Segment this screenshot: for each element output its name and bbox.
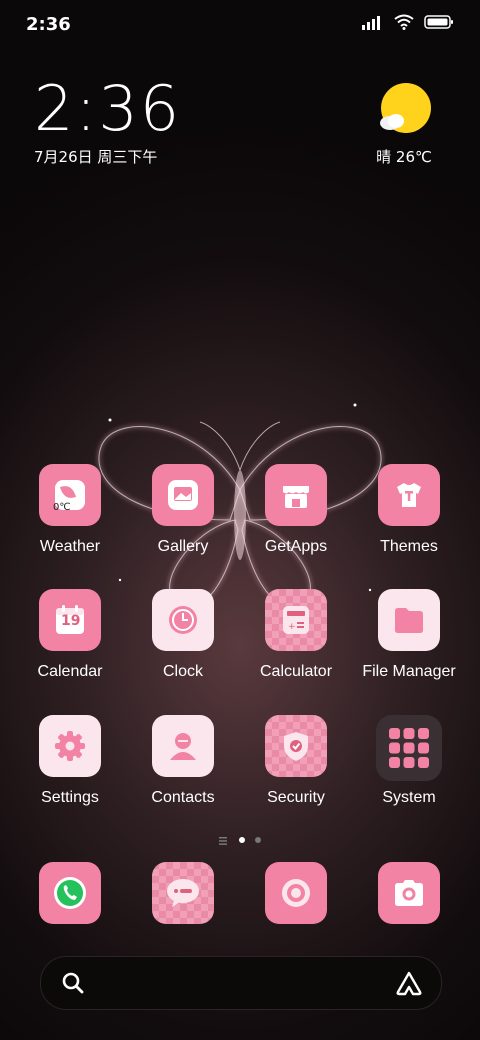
app-label: Security xyxy=(267,789,325,806)
app-settings[interactable]: Settings xyxy=(14,715,126,807)
dock-camera[interactable] xyxy=(353,862,465,924)
calendar-badge: 19 xyxy=(61,613,81,629)
calculator-icon: + xyxy=(265,589,327,651)
sunny-cloud-icon xyxy=(376,83,432,140)
app-label: Weather xyxy=(39,538,101,555)
svg-text:+: + xyxy=(288,622,296,632)
app-themes[interactable]: Themes xyxy=(353,464,465,556)
gallery-icon xyxy=(152,464,214,526)
weather-badge: 0℃ xyxy=(53,502,71,513)
dock-messages[interactable] xyxy=(127,862,239,924)
app-label: Gallery xyxy=(157,538,209,555)
browser-icon xyxy=(265,862,327,924)
themes-icon xyxy=(378,464,440,526)
battery-icon xyxy=(424,14,454,34)
status-icons xyxy=(362,14,454,34)
calendar-icon: 19 xyxy=(39,589,101,651)
app-security[interactable]: Security xyxy=(240,715,352,807)
wifi-icon xyxy=(394,14,414,34)
weather-widget-text: 晴 26℃ xyxy=(376,148,432,166)
signal-icon xyxy=(362,14,384,34)
app-label: File Manager xyxy=(362,663,456,680)
dock-browser[interactable] xyxy=(240,862,352,924)
phone-icon xyxy=(39,862,101,924)
app-file-manager[interactable]: File Manager xyxy=(353,589,465,681)
app-label: GetApps xyxy=(264,538,328,555)
clock-widget[interactable]: 2:36 7月26日 周三下午 xyxy=(34,78,181,167)
page-list-icon[interactable] xyxy=(219,830,229,849)
folder-icon xyxy=(378,589,440,651)
app-label: Contacts xyxy=(151,789,215,806)
page-dot-active[interactable] xyxy=(239,836,245,843)
clock-icon xyxy=(152,589,214,651)
page-indicator[interactable] xyxy=(0,830,480,849)
assistant-icon[interactable] xyxy=(395,970,423,1000)
status-time: 2:36 xyxy=(26,14,71,35)
app-label: Calendar xyxy=(37,663,103,680)
app-label: Settings xyxy=(41,789,99,806)
app-clock[interactable]: Clock xyxy=(127,589,239,681)
status-bar: 2:36 xyxy=(0,0,480,50)
app-label: Clock xyxy=(162,663,203,680)
shield-icon xyxy=(265,715,327,777)
clock-widget-time: 2:36 xyxy=(34,72,182,145)
app-weather[interactable]: 0℃ Weather xyxy=(14,464,126,556)
store-icon xyxy=(265,464,327,526)
app-label: Themes xyxy=(380,538,438,555)
app-getapps[interactable]: GetApps xyxy=(240,464,352,556)
app-label: Calculator xyxy=(259,663,333,680)
clock-widget-date: 7月26日 周三下午 xyxy=(34,148,158,166)
search-icon[interactable] xyxy=(61,971,85,999)
page-dot[interactable] xyxy=(255,836,261,843)
app-system-folder[interactable]: System xyxy=(353,715,465,807)
messages-icon xyxy=(152,862,214,924)
system-folder-icon xyxy=(376,715,442,781)
weather-icon: 0℃ xyxy=(39,464,101,526)
dock-phone[interactable] xyxy=(14,862,126,924)
camera-icon xyxy=(378,862,440,924)
app-label: System xyxy=(382,789,436,806)
weather-widget[interactable]: 晴 26℃ xyxy=(364,82,444,167)
search-bar[interactable] xyxy=(40,956,442,1010)
app-contacts[interactable]: Contacts xyxy=(127,715,239,807)
gear-icon xyxy=(39,715,101,777)
app-calendar[interactable]: 19 Calendar xyxy=(14,589,126,681)
app-calculator[interactable]: + Calculator xyxy=(240,589,352,681)
contacts-icon xyxy=(152,715,214,777)
app-gallery[interactable]: Gallery xyxy=(127,464,239,556)
